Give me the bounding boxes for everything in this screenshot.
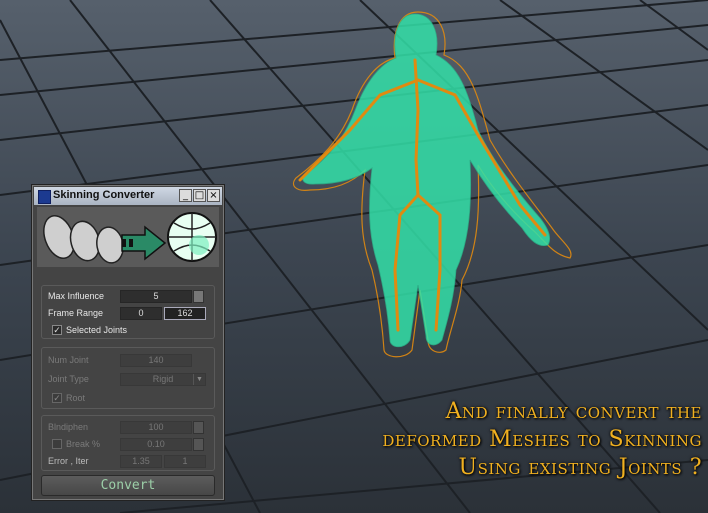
bindiphen-input[interactable]: 100 <box>120 421 192 434</box>
max-influence-spinner[interactable] <box>193 290 204 303</box>
minimize-button[interactable]: _ <box>179 189 192 202</box>
frame-range-label: Frame Range <box>48 308 104 318</box>
num-joint-label: Num Joint <box>48 355 89 365</box>
root-checkbox[interactable]: ✓ <box>52 393 62 403</box>
selected-joints-checkbox[interactable]: ✓ <box>52 325 62 335</box>
error-settings-group: Blndiphen 100 Break % 0.10 Error , Iter … <box>41 415 215 471</box>
break-spinner[interactable] <box>193 438 204 451</box>
joint-type-value: Rigid <box>152 374 174 384</box>
options-group: Max Influence 5 Frame Range 0 162 ✓ Sele… <box>41 285 215 339</box>
frame-start-input[interactable]: 0 <box>120 307 162 320</box>
root-label: Root <box>66 393 86 403</box>
caption-line-2: deformed Meshes to Skinning <box>382 427 702 452</box>
iter-input[interactable]: 1 <box>164 455 206 468</box>
skin-convert-banner <box>37 207 219 267</box>
error-input[interactable]: 1.35 <box>120 455 162 468</box>
caption-line-3: Using existing Joints ? <box>458 455 702 480</box>
joint-type-label: Joint Type <box>48 374 89 384</box>
joint-type-select[interactable]: Rigid ▼ <box>120 373 206 386</box>
window-titlebar[interactable]: Skinning Converter _ □ × <box>34 187 222 205</box>
max-influence-label: Max Influence <box>48 291 105 301</box>
tutorial-caption: And finally convert the deformed Meshes … <box>262 398 702 482</box>
window-title: Skinning Converter <box>53 189 155 201</box>
app-icon <box>38 190 51 204</box>
convert-button[interactable]: Convert <box>41 475 215 496</box>
error-iter-label: Error , Iter <box>48 456 89 466</box>
maximize-button[interactable]: □ <box>193 189 206 202</box>
skinned-sphere-icon <box>167 212 217 262</box>
break-label: Break % <box>66 439 101 449</box>
break-checkbox[interactable] <box>52 439 62 449</box>
break-input[interactable]: 0.10 <box>120 438 192 451</box>
close-button[interactable]: × <box>207 189 220 202</box>
frame-end-input[interactable]: 162 <box>164 307 206 320</box>
max-influence-input[interactable]: 5 <box>120 290 192 303</box>
skinning-converter-window: Skinning Converter _ □ × Max Influence 5… <box>31 184 225 501</box>
num-joint-input[interactable]: 140 <box>120 354 192 367</box>
bindiphen-spinner[interactable] <box>193 421 204 434</box>
selected-joints-label: Selected Joints <box>66 325 128 335</box>
caption-line-1: And finally convert the <box>445 399 702 424</box>
bindiphen-label: Blndiphen <box>48 422 89 432</box>
chevron-down-icon: ▼ <box>193 374 205 385</box>
joint-settings-group: Num Joint 140 Joint Type Rigid ▼ ✓ Root <box>41 347 215 409</box>
